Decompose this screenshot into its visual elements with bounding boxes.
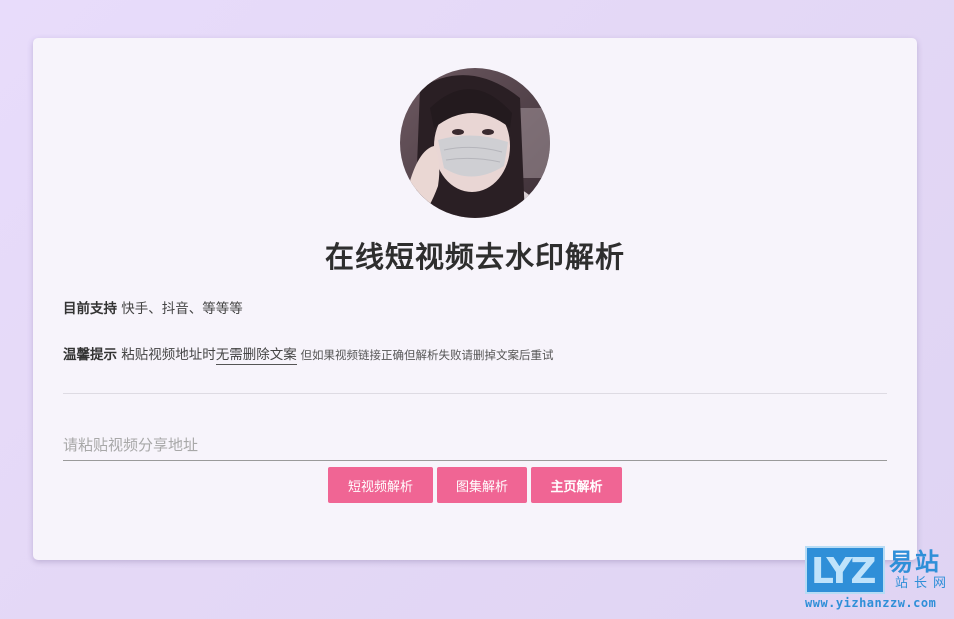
watermark-url: www.yizhanzzw.com — [805, 596, 937, 610]
support-label: 目前支持 — [63, 301, 117, 317]
site-watermark: LYZ 易站 站长网 www.yizhanzzw.com — [803, 546, 953, 616]
support-info: 目前支持 快手、抖音、等等等 — [63, 297, 243, 317]
watermark-subtitle: 站长网 — [895, 576, 953, 591]
watermark-letters: LYZ — [811, 551, 877, 592]
tip-underlined-text: 无需删除文案 — [215, 347, 297, 365]
tip-label: 温馨提示 — [63, 347, 117, 363]
main-card: 在线短视频去水印解析 目前支持 快手、抖音、等等等 温馨提示 粘贴视频地址时无需… — [33, 38, 917, 560]
tip-text: 粘贴视频地址时 — [117, 347, 216, 363]
tip-small-text: 但如果视频链接正确但解析失败请删掉文案后重试 — [296, 348, 554, 362]
video-parse-button[interactable]: 短视频解析 — [328, 467, 433, 503]
watermark-logo-icon: LYZ — [805, 546, 885, 594]
homepage-parse-button[interactable]: 主页解析 — [531, 467, 622, 503]
avatar — [400, 68, 550, 218]
button-row: 短视频解析 图集解析 主页解析 — [33, 467, 917, 503]
page-title: 在线短视频去水印解析 — [324, 240, 625, 274]
gallery-parse-button[interactable]: 图集解析 — [437, 467, 527, 503]
support-text: 快手、抖音、等等等 — [117, 301, 243, 317]
divider — [63, 393, 887, 394]
video-url-input[interactable] — [63, 430, 887, 461]
profile-photo-icon — [400, 68, 550, 218]
tip-info: 温馨提示 粘贴视频地址时无需删除文案 但如果视频链接正确但解析失败请删掉文案后重… — [63, 343, 554, 365]
